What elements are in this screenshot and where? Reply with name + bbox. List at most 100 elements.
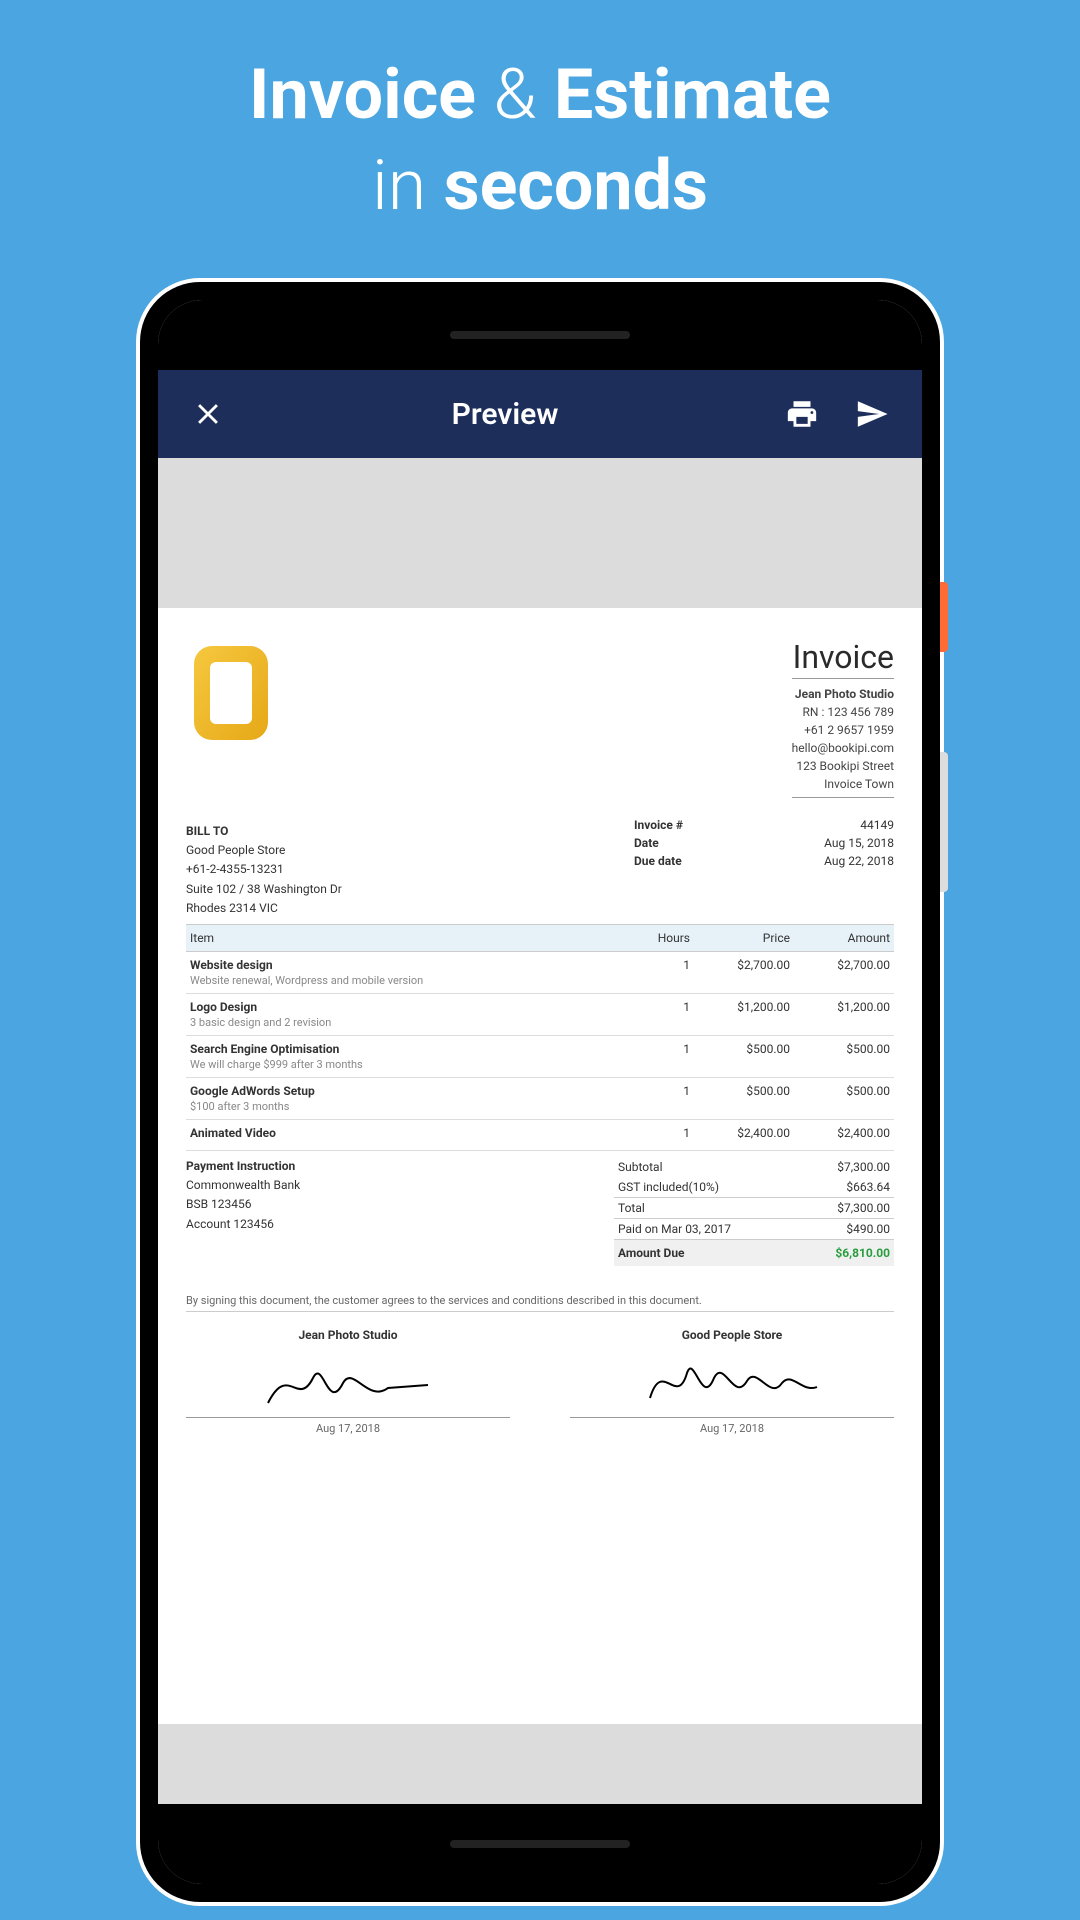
company-city: Invoice Town	[792, 775, 894, 793]
payment-acct: Account 123456	[186, 1215, 300, 1234]
item-name: Website design	[190, 958, 610, 972]
app-bar: Preview	[158, 370, 922, 458]
item-price: $500.00	[690, 1042, 790, 1056]
page-title: Preview	[228, 397, 782, 432]
item-name: Animated Video	[190, 1126, 610, 1140]
preview-margin-bottom	[158, 1724, 922, 1804]
hero-headline: Invoice & Estimate in seconds	[0, 0, 1080, 252]
payment-heading: Payment Instruction	[186, 1157, 300, 1176]
meta-invno: 44149	[860, 818, 894, 832]
subtotal-value: $7,300.00	[837, 1160, 890, 1174]
col-item: Item	[190, 931, 610, 945]
item-hours: 1	[610, 958, 690, 972]
item-amount: $2,700.00	[790, 958, 890, 972]
preview-viewport[interactable]: Invoice Jean Photo Studio RN : 123 456 7…	[158, 458, 922, 1804]
hero-ampersand: &	[493, 54, 536, 136]
item-price: $1,200.00	[690, 1000, 790, 1014]
paid-value: $490.00	[846, 1222, 890, 1236]
hero-word-in: in	[372, 145, 426, 227]
bill-to-addr1: Suite 102 / 38 Washington Dr	[186, 880, 634, 899]
item-hours: 1	[610, 1000, 690, 1014]
signature-right-name: Good People Store	[570, 1322, 894, 1348]
company-email: hello@bookipi.com	[792, 739, 894, 757]
phone-power-button	[940, 582, 948, 652]
send-button[interactable]	[852, 394, 892, 434]
close-button[interactable]	[188, 394, 228, 434]
phone-volume-button	[940, 752, 948, 892]
bill-to-heading: BILL TO	[186, 822, 634, 841]
bill-to-block: BILL TO Good People Store +61-2-4355-132…	[186, 816, 634, 924]
col-price: Price	[690, 931, 790, 945]
total-value: $7,300.00	[837, 1201, 890, 1215]
meta-due-label: Due date	[634, 854, 682, 868]
item-desc: Website renewal, Wordpress and mobile ve…	[186, 974, 894, 994]
item-amount: $500.00	[790, 1084, 890, 1098]
phone-home-area	[158, 1804, 922, 1884]
signature-left-date: Aug 17, 2018	[186, 1418, 510, 1435]
item-hours: 1	[610, 1126, 690, 1140]
total-label: Total	[618, 1201, 645, 1215]
item-amount: $2,400.00	[790, 1126, 890, 1140]
item-desc: We will charge $999 after 3 months	[186, 1058, 894, 1078]
col-amount: Amount	[790, 931, 890, 945]
item-name: Logo Design	[190, 1000, 610, 1014]
item-amount: $500.00	[790, 1042, 890, 1056]
preview-margin-top	[158, 458, 922, 608]
company-rn: RN : 123 456 789	[792, 703, 894, 721]
payment-instruction: Payment Instruction Commonwealth Bank BS…	[186, 1157, 300, 1266]
company-phone: +61 2 9657 1959	[792, 721, 894, 739]
disclaimer-text: By signing this document, the customer a…	[186, 1290, 894, 1312]
table-header: Item Hours Price Amount	[186, 925, 894, 952]
company-logo	[186, 638, 276, 748]
signature-left: Jean Photo Studio Aug 17, 2018	[186, 1322, 510, 1435]
meta-due: Aug 22, 2018	[824, 854, 894, 868]
company-name: Jean Photo Studio	[792, 685, 894, 703]
paid-label: Paid on Mar 03, 2017	[618, 1222, 731, 1236]
payment-bank: Commonwealth Bank	[186, 1176, 300, 1195]
phone-frame: Preview	[140, 282, 940, 1902]
item-name: Google AdWords Setup	[190, 1084, 610, 1098]
payment-bsb: BSB 123456	[186, 1195, 300, 1214]
signature-icon	[642, 1353, 822, 1413]
gst-value: $663.64	[846, 1180, 890, 1194]
item-price: $500.00	[690, 1084, 790, 1098]
signature-right-date: Aug 17, 2018	[570, 1418, 894, 1435]
invoice-document: Invoice Jean Photo Studio RN : 123 456 7…	[158, 608, 922, 1724]
gst-label: GST included(10%)	[618, 1180, 719, 1194]
meta-date-label: Date	[634, 836, 659, 850]
company-block: Invoice Jean Photo Studio RN : 123 456 7…	[792, 638, 894, 798]
table-row: Logo Design 1 $1,200.00 $1,200.00	[186, 994, 894, 1016]
logo-icon	[186, 638, 276, 748]
meta-invno-label: Invoice #	[634, 818, 683, 832]
hero-word-seconds: seconds	[444, 145, 708, 227]
meta-date: Aug 15, 2018	[824, 836, 894, 850]
hero-word-invoice: Invoice	[249, 54, 476, 136]
table-row: Website design 1 $2,700.00 $2,700.00	[186, 952, 894, 974]
company-street: 123 Bookipi Street	[792, 757, 894, 775]
item-amount: $1,200.00	[790, 1000, 890, 1014]
line-items-table: Item Hours Price Amount Website design 1…	[186, 925, 894, 1151]
signature-left-name: Jean Photo Studio	[186, 1322, 510, 1348]
due-label: Amount Due	[618, 1246, 685, 1260]
print-button[interactable]	[782, 394, 822, 434]
totals-table: Subtotal $7,300.00 GST included(10%) $663.…	[614, 1157, 894, 1266]
subtotal-label: Subtotal	[618, 1160, 663, 1174]
invoice-meta: Invoice # 44149 Date Aug 15, 2018 Due date…	[634, 816, 894, 924]
item-hours: 1	[610, 1042, 690, 1056]
phone-earpiece-area	[158, 300, 922, 370]
item-hours: 1	[610, 1084, 690, 1098]
invoice-title: Invoice	[792, 638, 894, 679]
table-row: Animated Video 1 $2,400.00 $2,400.00	[186, 1120, 894, 1151]
item-price: $2,700.00	[690, 958, 790, 972]
table-row: Google AdWords Setup 1 $500.00 $500.00	[186, 1078, 894, 1100]
signature-area: Jean Photo Studio Aug 17, 2018 Good Peop…	[186, 1322, 894, 1435]
hero-word-estimate: Estimate	[554, 54, 831, 136]
table-row: Search Engine Optimisation 1 $500.00 $50…	[186, 1036, 894, 1058]
bill-to-name: Good People Store	[186, 841, 634, 860]
signature-icon	[258, 1353, 438, 1413]
item-price: $2,400.00	[690, 1126, 790, 1140]
col-hours: Hours	[610, 931, 690, 945]
bill-to-phone: +61-2-4355-13231	[186, 860, 634, 879]
item-desc: $100 after 3 months	[186, 1100, 894, 1120]
send-icon	[855, 397, 889, 431]
